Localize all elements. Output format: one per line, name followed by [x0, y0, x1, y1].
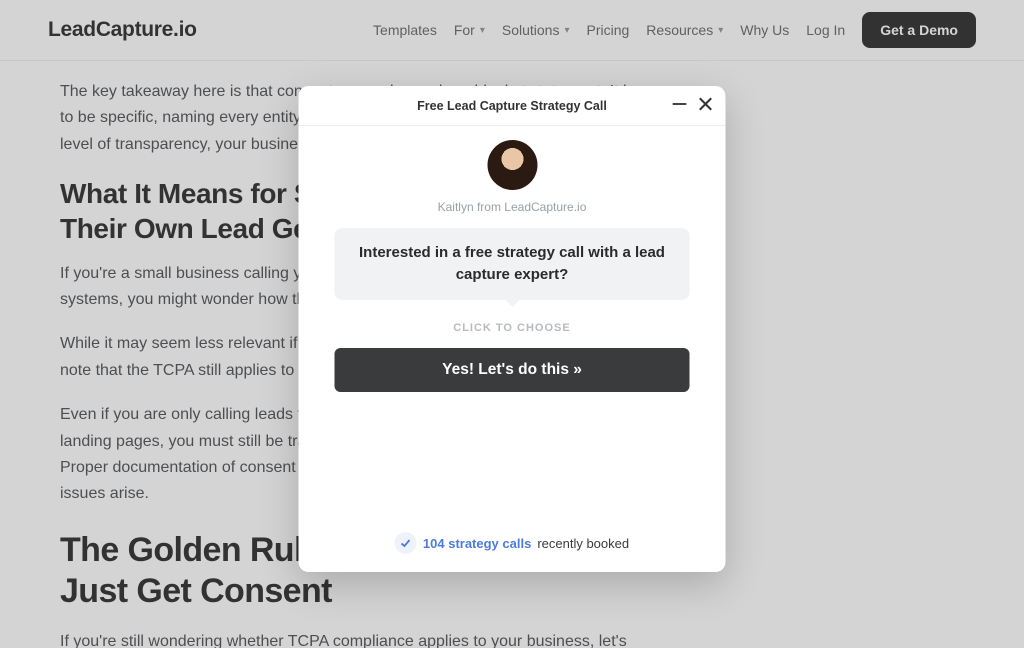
accept-call-button[interactable]: Yes! Let's do this »	[335, 348, 690, 392]
modal-body: Kaitlyn from LeadCapture.io Interested i…	[299, 126, 726, 518]
close-icon[interactable]	[698, 96, 714, 112]
choose-label: CLICK TO CHOOSE	[453, 322, 570, 334]
modal-footer: 104 strategy calls recently booked	[299, 518, 726, 572]
strategy-call-modal: Free Lead Capture Strategy Call Kaitlyn …	[299, 86, 726, 572]
booked-count: 104 strategy calls	[423, 536, 531, 551]
modal-title: Free Lead Capture Strategy Call	[417, 99, 607, 113]
agent-caption: Kaitlyn from LeadCapture.io	[438, 200, 587, 214]
booked-suffix: recently booked	[537, 536, 629, 551]
modal-header: Free Lead Capture Strategy Call	[299, 86, 726, 126]
chat-bubble: Interested in a free strategy call with …	[335, 228, 690, 300]
checkmark-icon	[395, 532, 417, 554]
minimize-icon[interactable]	[672, 96, 688, 112]
agent-avatar	[487, 140, 537, 190]
